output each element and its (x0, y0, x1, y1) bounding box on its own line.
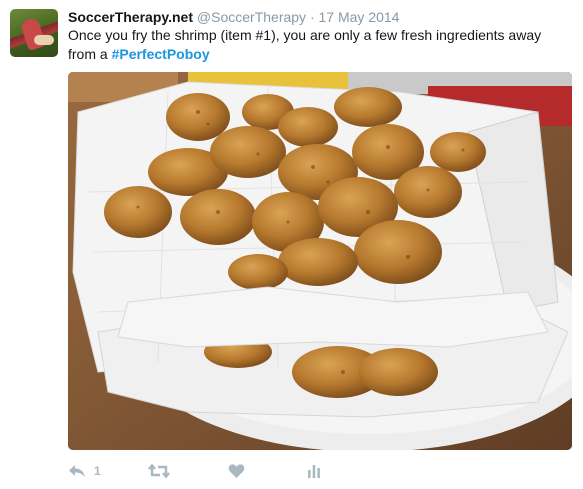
avatar-ball (34, 35, 54, 45)
reply-icon (69, 465, 85, 477)
retweet-button[interactable] (148, 460, 170, 482)
display-name[interactable]: SoccerTherapy.net (68, 9, 193, 25)
tweet-photo[interactable] (68, 72, 572, 450)
tweet-text-line1: Once you fry the shrimp (item #1), you a… (68, 27, 542, 43)
tweet-header: SoccerTherapy.net @SoccerTherapy · 17 Ma… (68, 8, 573, 26)
reply-count: 1 (94, 464, 101, 478)
analytics-icon (308, 465, 320, 478)
header-separator: · (309, 9, 315, 25)
heart-icon (228, 464, 245, 478)
tweet-date[interactable]: 17 May 2014 (319, 9, 400, 25)
photo-of-fried-shrimp (68, 72, 572, 450)
user-handle[interactable]: @SoccerTherapy (197, 9, 306, 25)
tweet-text: Once you fry the shrimp (item #1), you a… (68, 26, 568, 64)
tweet-card: SoccerTherapy.net @SoccerTherapy · 17 Ma… (0, 0, 583, 489)
avatar[interactable] (10, 9, 58, 57)
hashtag-link[interactable]: #PerfectPoboy (112, 46, 210, 62)
analytics-button[interactable] (306, 460, 322, 482)
reply-button[interactable]: 1 (68, 460, 101, 482)
like-button[interactable] (228, 460, 245, 482)
tweet-text-line2: from a (68, 46, 112, 62)
avatar-figure (19, 16, 47, 52)
tweet-actions: 1 (68, 460, 368, 482)
retweet-icon (148, 463, 170, 479)
